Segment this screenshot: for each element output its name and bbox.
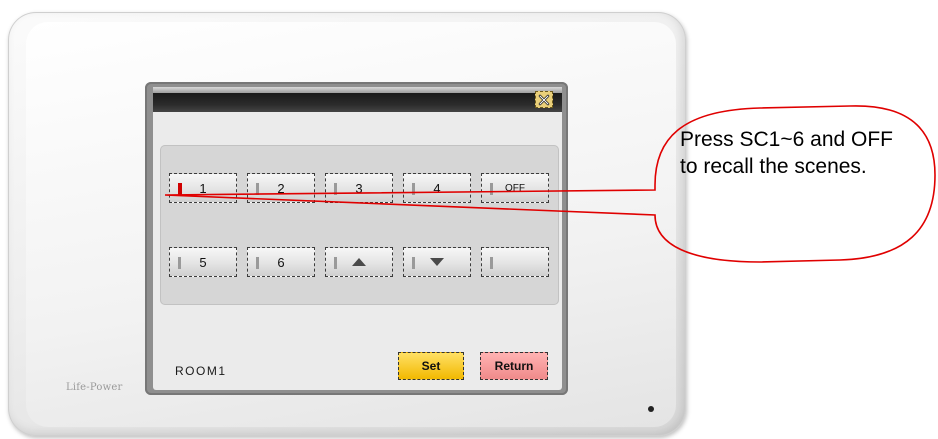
- title-bar: [153, 87, 562, 112]
- scene-button-5[interactable]: 5: [169, 247, 237, 277]
- scene-button-label: 5: [199, 254, 207, 270]
- scene-button-3[interactable]: 3: [325, 173, 393, 203]
- scene-button-4[interactable]: 4: [403, 173, 471, 203]
- close-icon: [538, 94, 550, 105]
- screen-face: 1 2 3 4 OFF 5 6 ROOM1 Set Return: [153, 87, 562, 390]
- triangle-down-icon: [430, 258, 444, 266]
- scene-button-label: 3: [355, 180, 363, 196]
- scene-button-2[interactable]: 2: [247, 173, 315, 203]
- close-button[interactable]: [535, 91, 553, 108]
- return-button[interactable]: Return: [480, 352, 548, 380]
- scene-button-label: 6: [277, 254, 285, 270]
- callout-text: Press SC1~6 and OFF to recall the scenes…: [680, 128, 894, 178]
- triangle-up-icon: [352, 258, 366, 266]
- device-frame: Life-Power 1 2 3 4 OFF 5 6 ROOM1 Set Ret…: [8, 12, 686, 436]
- scene-button-label: 1: [199, 180, 207, 196]
- room-label: ROOM1: [175, 364, 227, 378]
- active-indicator: [178, 183, 182, 195]
- set-button[interactable]: Set: [398, 352, 464, 380]
- touch-screen: 1 2 3 4 OFF 5 6 ROOM1 Set Return: [145, 82, 568, 395]
- scene-panel: 1 2 3 4 OFF 5 6: [160, 145, 559, 305]
- blank-button[interactable]: [481, 247, 549, 277]
- scene-button-label: OFF: [505, 182, 525, 194]
- dim-down-button[interactable]: [403, 247, 471, 277]
- scene-button-label: 4: [433, 180, 441, 196]
- scene-button-1[interactable]: 1: [169, 173, 237, 203]
- status-led: [648, 406, 654, 412]
- dim-up-button[interactable]: [325, 247, 393, 277]
- brand-logo: Life-Power: [66, 382, 123, 393]
- scene-button-label: 2: [277, 180, 285, 196]
- scene-button-off[interactable]: OFF: [481, 173, 549, 203]
- scene-button-6[interactable]: 6: [247, 247, 315, 277]
